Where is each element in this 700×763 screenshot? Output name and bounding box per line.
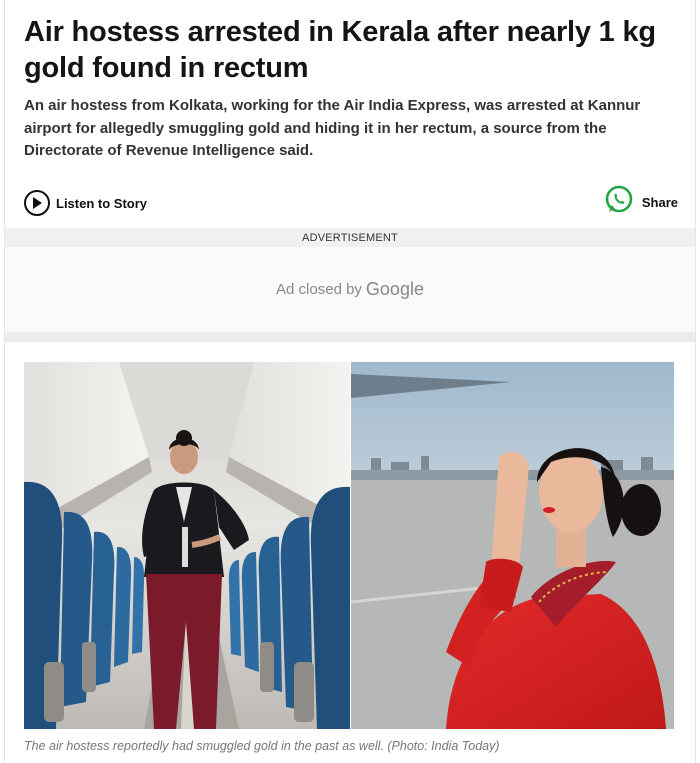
whatsapp-icon — [604, 185, 634, 220]
share-label: Share — [641, 194, 678, 210]
ad-slot: Ad closed by Google — [5, 247, 695, 332]
ad-closed-text: Ad closed by — [276, 281, 362, 298]
article-summary: An air hostess from Kolkata, working for… — [24, 97, 641, 159]
listen-to-story-label: Listen to Story — [56, 195, 148, 211]
air-hostess-in-aircraft-aisle-photo — [24, 362, 350, 729]
share-button[interactable]: Share — [604, 185, 678, 220]
ad-divider — [5, 332, 695, 342]
image-caption: The air hostess reportedly had smuggled … — [24, 739, 500, 753]
play-circle-icon — [24, 190, 50, 216]
article-headline: Air hostess arrested in Kerala after nea… — [24, 16, 656, 84]
air-hostess-in-red-uniform-photo — [351, 362, 674, 729]
advertisement-label: ADVERTISEMENT — [302, 231, 398, 244]
listen-to-story-button[interactable]: Listen to Story — [24, 189, 147, 217]
ad-closed-brand: Google — [365, 279, 424, 299]
advertisement-label-bar: ADVERTISEMENT — [5, 228, 695, 247]
